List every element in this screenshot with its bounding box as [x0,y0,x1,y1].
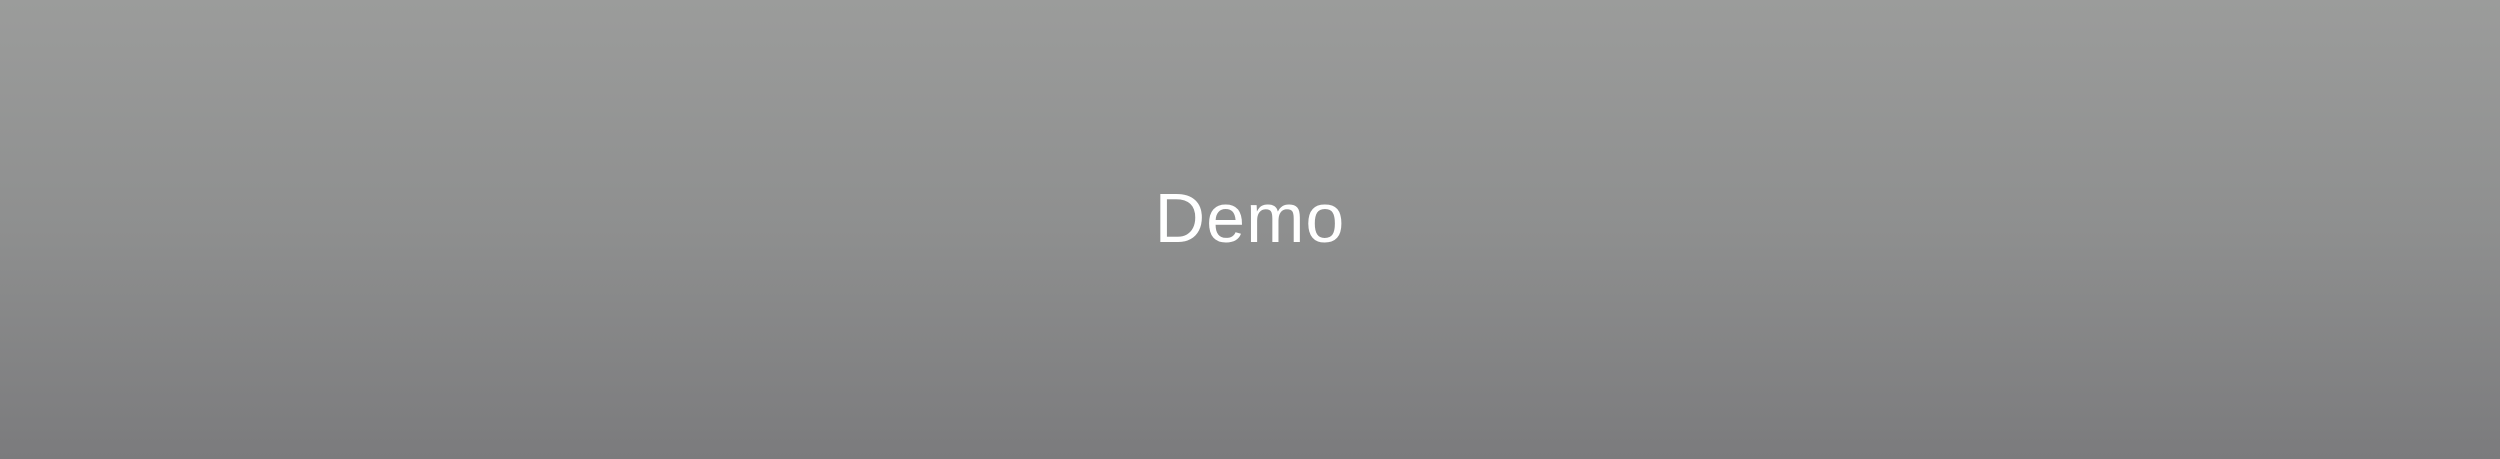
banner-title: Demo [1154,179,1346,257]
hero-banner: Demo [0,0,2500,459]
